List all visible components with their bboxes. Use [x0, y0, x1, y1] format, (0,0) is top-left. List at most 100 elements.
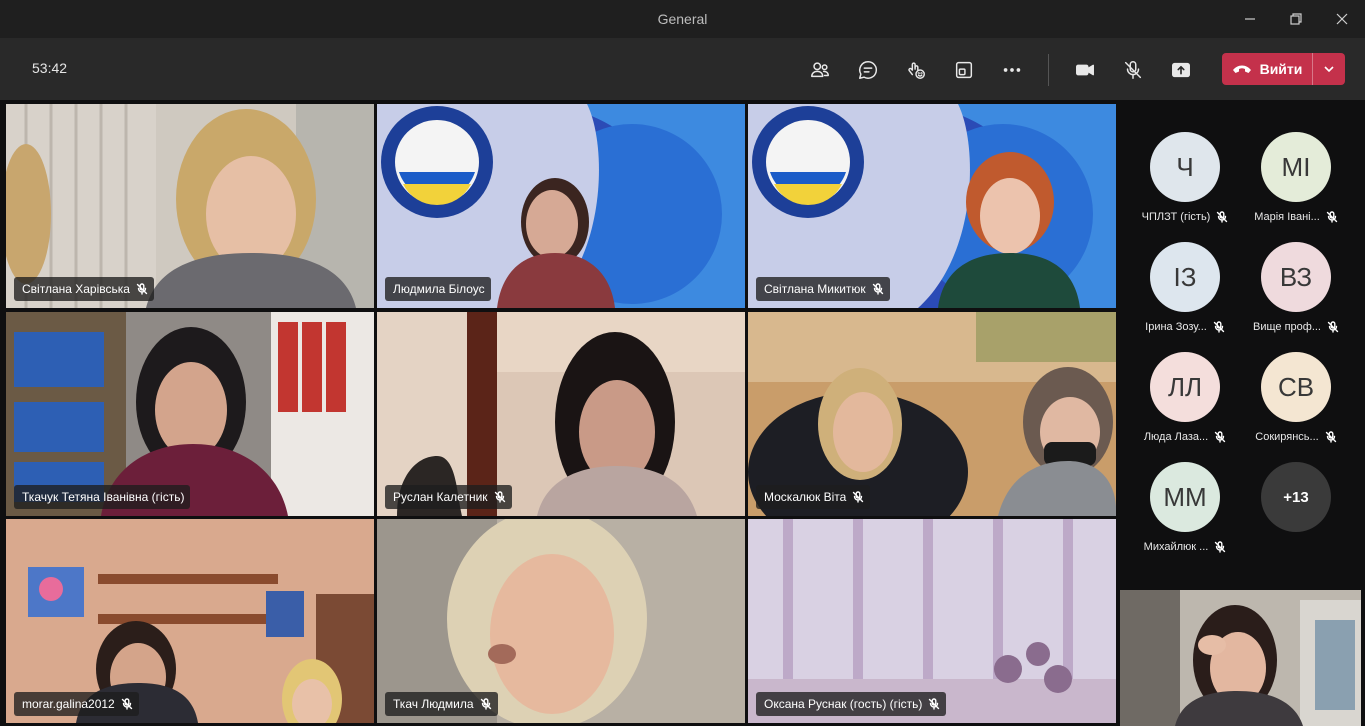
video-tile[interactable]: Ткач Людмила [377, 519, 745, 723]
mic-muted-icon [1327, 321, 1339, 333]
participant-name-tag: Ткачук Тетяна Іванівна (гість) [14, 485, 191, 509]
participant-label: Люда Лаза... [1144, 431, 1226, 443]
participant-label: Марія Івані... [1254, 211, 1338, 223]
mic-muted-icon [853, 491, 864, 503]
more-icon [1003, 68, 1021, 72]
hang-up-icon [1232, 65, 1251, 73]
participant-name: ЧПЛЗТ (гість) [1141, 211, 1211, 223]
video-tile[interactable]: Світлана Харівська [6, 104, 374, 308]
participant-name: Оксана Руснак (гость) (гість) [764, 697, 923, 711]
mic-muted-icon [1124, 61, 1142, 79]
participant-avatar-item[interactable]: МІ Марія Івані... [1241, 132, 1351, 242]
toolbar-divider [1048, 54, 1049, 86]
avatar: СВ [1261, 352, 1331, 422]
participant-name-tag: Руслан Калетник [385, 485, 512, 509]
mic-muted-icon [1215, 541, 1226, 553]
avatar: ЛЛ [1150, 352, 1220, 422]
people-button[interactable] [804, 54, 836, 86]
avatar: ММ [1150, 462, 1220, 532]
overflow-count: +13 [1261, 462, 1331, 532]
participant-label: Сокирянсь... [1255, 431, 1336, 443]
participant-name: Світлана Харівська [22, 282, 130, 296]
breakout-rooms-button[interactable] [948, 54, 980, 86]
avatar: МІ [1261, 132, 1331, 202]
chevron-down-icon [1324, 66, 1334, 73]
participant-avatar-item[interactable]: ІЗ Ірина Зозу... [1130, 242, 1240, 352]
video-grid: Світлана Харівська Людмила Білоус Світла… [0, 100, 1120, 726]
camera-icon [1076, 64, 1094, 76]
participant-name: Москалюк Віта [764, 490, 847, 504]
mic-muted-icon [494, 491, 505, 503]
participant-name: Марія Івані... [1254, 211, 1320, 223]
participant-name: Ірина Зозу... [1145, 321, 1207, 333]
participant-name: Люда Лаза... [1143, 431, 1209, 443]
self-view[interactable] [1120, 590, 1361, 726]
participant-name: Сокирянсь... [1255, 431, 1319, 443]
mic-muted-icon [136, 283, 148, 295]
avatar: ІЗ [1150, 242, 1220, 312]
participant-name: Руслан Калетник [393, 490, 488, 504]
participant-label: Михайлюк ... [1144, 541, 1227, 553]
video-tile[interactable]: morar.galina2012 [6, 519, 374, 723]
mic-muted-icon [1326, 211, 1337, 223]
video-tile[interactable]: Світлана Микитюк [748, 104, 1116, 308]
close-window-button[interactable] [1319, 0, 1365, 38]
avatar: ВЗ [1261, 242, 1331, 312]
camera-button[interactable] [1069, 54, 1101, 86]
participant-name-tag: Оксана Руснак (гость) (гість) [756, 692, 947, 716]
mic-muted-icon [1217, 211, 1228, 223]
restore-icon [1290, 13, 1302, 25]
participant-name: Людмила Білоус [393, 282, 485, 296]
minimize-icon [1245, 18, 1255, 20]
chat-button[interactable] [852, 54, 884, 86]
self-video-feed [1120, 590, 1361, 726]
maximize-button[interactable] [1273, 0, 1319, 38]
participant-name: morar.galina2012 [22, 697, 115, 711]
leave-main[interactable]: Вийти [1222, 53, 1312, 85]
share-icon [1172, 62, 1190, 78]
participant-name-tag: Людмила Білоус [385, 277, 491, 301]
video-tile-active[interactable]: Ткачук Тетяна Іванівна (гість) [6, 312, 374, 516]
video-tile[interactable]: Оксана Руснак (гость) (гість) [748, 519, 1116, 723]
mic-muted-icon [1213, 321, 1225, 333]
mic-muted-icon [1214, 431, 1226, 443]
participant-avatar-item[interactable]: ЛЛ Люда Лаза... [1130, 352, 1240, 462]
leave-options-button[interactable] [1313, 53, 1345, 85]
participant-name: Ткач Людмила [393, 697, 474, 711]
mic-muted-icon [872, 283, 883, 295]
video-tile[interactable]: Руслан Калетник [377, 312, 745, 516]
more-actions-button[interactable] [996, 54, 1028, 86]
meeting-timer: 53:42 [32, 60, 68, 76]
leave-button[interactable]: Вийти [1222, 53, 1345, 85]
participant-avatar-item[interactable]: СВ Сокирянсь... [1241, 352, 1351, 462]
avatar: Ч [1150, 132, 1220, 202]
mic-muted-icon [480, 698, 491, 710]
participant-avatar-item[interactable]: ММ Михайлюк ... [1130, 462, 1240, 572]
participant-name: Михайлюк ... [1143, 541, 1209, 553]
participant-name-tag: morar.galina2012 [14, 692, 139, 716]
window-controls [1227, 0, 1365, 38]
leave-label: Вийти [1259, 61, 1303, 77]
mic-button[interactable] [1117, 54, 1149, 86]
mic-muted-icon [121, 698, 132, 710]
meeting-toolbar: 53:42 Вийти [0, 38, 1365, 100]
participant-label: Вище проф... [1253, 321, 1339, 333]
minimize-button[interactable] [1227, 0, 1273, 38]
chat-icon [859, 61, 878, 79]
reactions-button[interactable] [900, 54, 932, 86]
participant-avatar-item[interactable]: Ч ЧПЛЗТ (гість) [1130, 132, 1240, 242]
participant-name-tag: Світлана Харівська [14, 277, 154, 301]
people-icon [811, 62, 829, 78]
participant-name: Вище проф... [1253, 321, 1321, 333]
participant-name-tag: Світлана Микитюк [756, 277, 890, 301]
participant-avatar-item[interactable]: ВЗ Вище проф... [1241, 242, 1351, 352]
participant-name-tag: Москалюк Віта [756, 485, 871, 509]
participant-label: Ірина Зозу... [1145, 321, 1225, 333]
video-tile[interactable]: Людмила Білоус [377, 104, 745, 308]
video-tile[interactable]: Москалюк Віта [748, 312, 1116, 516]
share-button[interactable] [1165, 54, 1197, 86]
rooms-icon [955, 61, 973, 79]
participant-name-tag: Ткач Людмила [385, 692, 498, 716]
more-participants-button[interactable]: +13 [1241, 462, 1351, 572]
window-title: General [657, 11, 708, 27]
